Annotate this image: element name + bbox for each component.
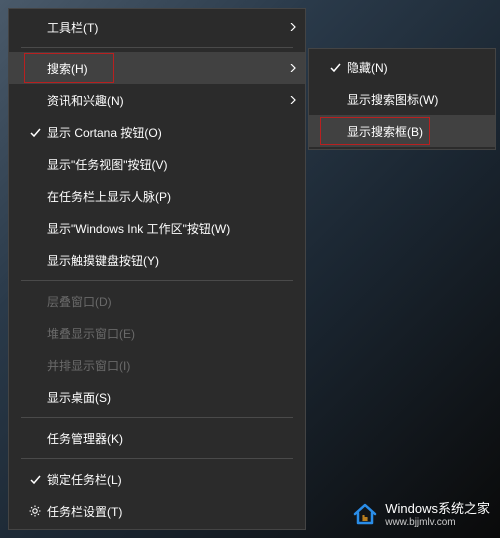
menu-item-people[interactable]: 在任务栏上显示人脉(P) [9,180,305,212]
menu-item-search[interactable]: 搜索(H) [9,52,305,84]
menu-item-news-interests[interactable]: 资讯和兴趣(N) [9,84,305,116]
label-stacked: 堆叠显示窗口(E) [47,325,281,342]
chevron-right-icon [281,96,297,104]
menu-item-stacked: 堆叠显示窗口(E) [9,317,305,349]
gear-icon [23,504,47,518]
checkmark-icon [323,61,347,74]
watermark: Windows系统之家 www.bjjmlv.com [351,498,490,528]
menu-item-taskbar-settings[interactable]: 任务栏设置(T) [9,495,305,527]
label-show-box: 显示搜索框(B) [347,123,487,140]
label-task-manager: 任务管理器(K) [47,430,281,447]
label-news: 资讯和兴趣(N) [47,92,281,109]
separator [21,417,293,418]
menu-item-cascade: 层叠窗口(D) [9,285,305,317]
chevron-right-icon [281,64,297,72]
label-touch-keyboard: 显示触摸键盘按钮(Y) [47,252,281,269]
watermark-brand: Windows系统之家 [385,498,490,517]
menu-item-task-view[interactable]: 显示"任务视图"按钮(V) [9,148,305,180]
search-submenu: 隐藏(N) 显示搜索图标(W) 显示搜索框(B) [308,48,496,150]
submenu-item-show-box[interactable]: 显示搜索框(B) [309,115,495,147]
menu-item-touch-keyboard[interactable]: 显示触摸键盘按钮(Y) [9,244,305,276]
label-people: 在任务栏上显示人脉(P) [47,188,281,205]
menu-item-show-desktop[interactable]: 显示桌面(S) [9,381,305,413]
label-cortana: 显示 Cortana 按钮(O) [47,124,281,141]
house-logo-icon [351,499,379,527]
checkmark-icon [23,126,47,139]
watermark-url: www.bjjmlv.com [385,517,490,528]
separator [21,280,293,281]
label-toolbars: 工具栏(T) [47,19,281,36]
chevron-right-icon [281,23,297,31]
label-show-desktop: 显示桌面(S) [47,389,281,406]
separator [21,458,293,459]
submenu-item-hidden[interactable]: 隐藏(N) [309,51,495,83]
menu-item-task-manager[interactable]: 任务管理器(K) [9,422,305,454]
label-search: 搜索(H) [47,60,281,77]
brand-cn: 系统之家 [438,501,490,516]
taskbar-context-menu: 工具栏(T) 搜索(H) 资讯和兴趣(N) 显示 Cortana 按钮(O) 显… [8,8,306,530]
submenu-item-show-icon[interactable]: 显示搜索图标(W) [309,83,495,115]
label-hidden: 隐藏(N) [347,59,487,76]
checkmark-icon [23,473,47,486]
menu-item-lock-taskbar[interactable]: 锁定任务栏(L) [9,463,305,495]
label-cascade: 层叠窗口(D) [47,293,281,310]
label-show-icon: 显示搜索图标(W) [347,91,487,108]
separator [21,47,293,48]
label-ink: 显示"Windows Ink 工作区"按钮(W) [47,220,281,237]
menu-item-ink[interactable]: 显示"Windows Ink 工作区"按钮(W) [9,212,305,244]
label-task-view: 显示"任务视图"按钮(V) [47,156,281,173]
menu-item-side-by-side: 并排显示窗口(I) [9,349,305,381]
menu-item-cortana[interactable]: 显示 Cortana 按钮(O) [9,116,305,148]
label-taskbar-settings: 任务栏设置(T) [47,503,281,520]
brand-win: Windows [385,501,438,516]
menu-item-toolbars[interactable]: 工具栏(T) [9,11,305,43]
label-lock-taskbar: 锁定任务栏(L) [47,471,281,488]
label-side-by-side: 并排显示窗口(I) [47,357,281,374]
